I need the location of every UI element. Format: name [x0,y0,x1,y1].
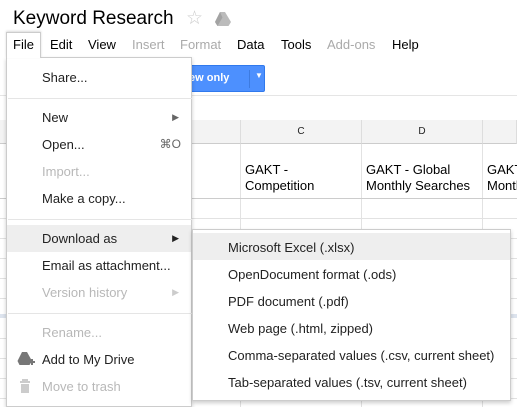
menu-item-new[interactable]: New ▶ [7,104,191,131]
view-only-button[interactable]: iew only ▼ [180,65,265,92]
drive-icon[interactable] [214,11,232,27]
cell-c1[interactable]: GAKT - Competition [245,162,357,194]
download-tsv[interactable]: Tab-separated values (.tsv, current shee… [193,368,510,395]
download-csv[interactable]: Comma-separated values (.csv, current sh… [193,341,510,368]
cell-d1[interactable]: GAKT - Global Monthly Searches [366,162,478,194]
menu-item-import[interactable]: Import... [7,158,191,185]
menu-item-label: Rename... [42,325,102,340]
menu-item-label: Open... [42,137,85,152]
menu-item-email-attachment[interactable]: Email as attachment... [7,252,191,279]
download-as-submenu: Microsoft Excel (.xlsx) OpenDocument for… [192,229,511,401]
menu-item-label: Download as [42,231,118,246]
menu-insert[interactable]: Insert [126,32,171,58]
menu-edit[interactable]: Edit [44,32,78,58]
download-xlsx[interactable]: Microsoft Excel (.xlsx) [193,233,510,260]
menu-tools[interactable]: Tools [275,32,317,58]
file-menu: Share... New ▶ Open... ⌘O Import... Make… [6,57,192,407]
menu-item-label: Email as attachment... [42,258,171,273]
submenu-item-label: OpenDocument format (.ods) [228,267,397,282]
menu-view[interactable]: View [82,32,122,58]
button-divider [249,70,250,88]
column-header-e[interactable] [483,120,517,144]
menu-item-version-history[interactable]: Version history ▶ [7,279,191,306]
column-header-c[interactable]: C [241,120,362,144]
submenu-arrow-icon: ▶ [172,287,179,297]
cell-e1[interactable]: GAKT Month [487,162,517,194]
menu-item-rename[interactable]: Rename... [7,319,191,346]
menu-item-download-as[interactable]: Download as ▶ [7,225,191,252]
menu-item-label: Import... [42,164,90,179]
download-pdf[interactable]: PDF document (.pdf) [193,287,510,314]
add-to-drive-icon [17,352,35,365]
menu-item-label: Move to trash [42,379,121,394]
submenu-arrow-icon: ▶ [172,233,179,243]
shortcut-label: ⌘O [159,137,181,151]
menu-item-label: Make a copy... [42,191,126,206]
menu-divider [8,98,192,99]
menu-item-label: Add to My Drive [42,352,135,367]
download-ods[interactable]: OpenDocument format (.ods) [193,260,510,287]
menu-addons[interactable]: Add-ons [321,32,381,58]
menu-help[interactable]: Help [386,32,425,58]
menu-data[interactable]: Data [231,32,270,58]
menu-item-label: Version history [42,285,128,300]
menu-item-move-to-trash[interactable]: Move to trash [7,373,191,400]
column-header-d[interactable]: D [362,120,483,144]
menu-item-share[interactable]: Share... [7,64,191,91]
caret-down-icon[interactable]: ▼ [255,71,263,80]
menu-item-make-copy[interactable]: Make a copy... [7,185,191,212]
submenu-item-label: Microsoft Excel (.xlsx) [228,240,355,255]
download-html[interactable]: Web page (.html, zipped) [193,314,510,341]
submenu-item-label: PDF document (.pdf) [228,294,349,309]
menu-file[interactable]: File [6,32,41,58]
trash-icon [20,379,30,393]
menu-divider [8,313,192,314]
menu-item-label: New [42,110,69,125]
view-only-label: iew only [186,72,230,84]
submenu-item-label: Tab-separated values (.tsv, current shee… [228,375,467,390]
menu-item-label: Share... [42,70,88,85]
submenu-item-label: Web page (.html, zipped) [228,321,373,336]
menubar: File Edit View Insert Format Data Tools … [0,32,517,58]
submenu-item-label: Comma-separated values (.csv, current sh… [228,348,495,363]
menu-item-add-to-drive[interactable]: Add to My Drive [7,346,191,373]
menu-format[interactable]: Format [174,32,227,58]
menu-divider [8,219,192,220]
menu-item-open[interactable]: Open... ⌘O [7,131,191,158]
submenu-arrow-icon: ▶ [172,112,179,122]
document-title[interactable]: Keyword Research [13,8,174,30]
star-icon[interactable]: ☆ [186,9,203,29]
